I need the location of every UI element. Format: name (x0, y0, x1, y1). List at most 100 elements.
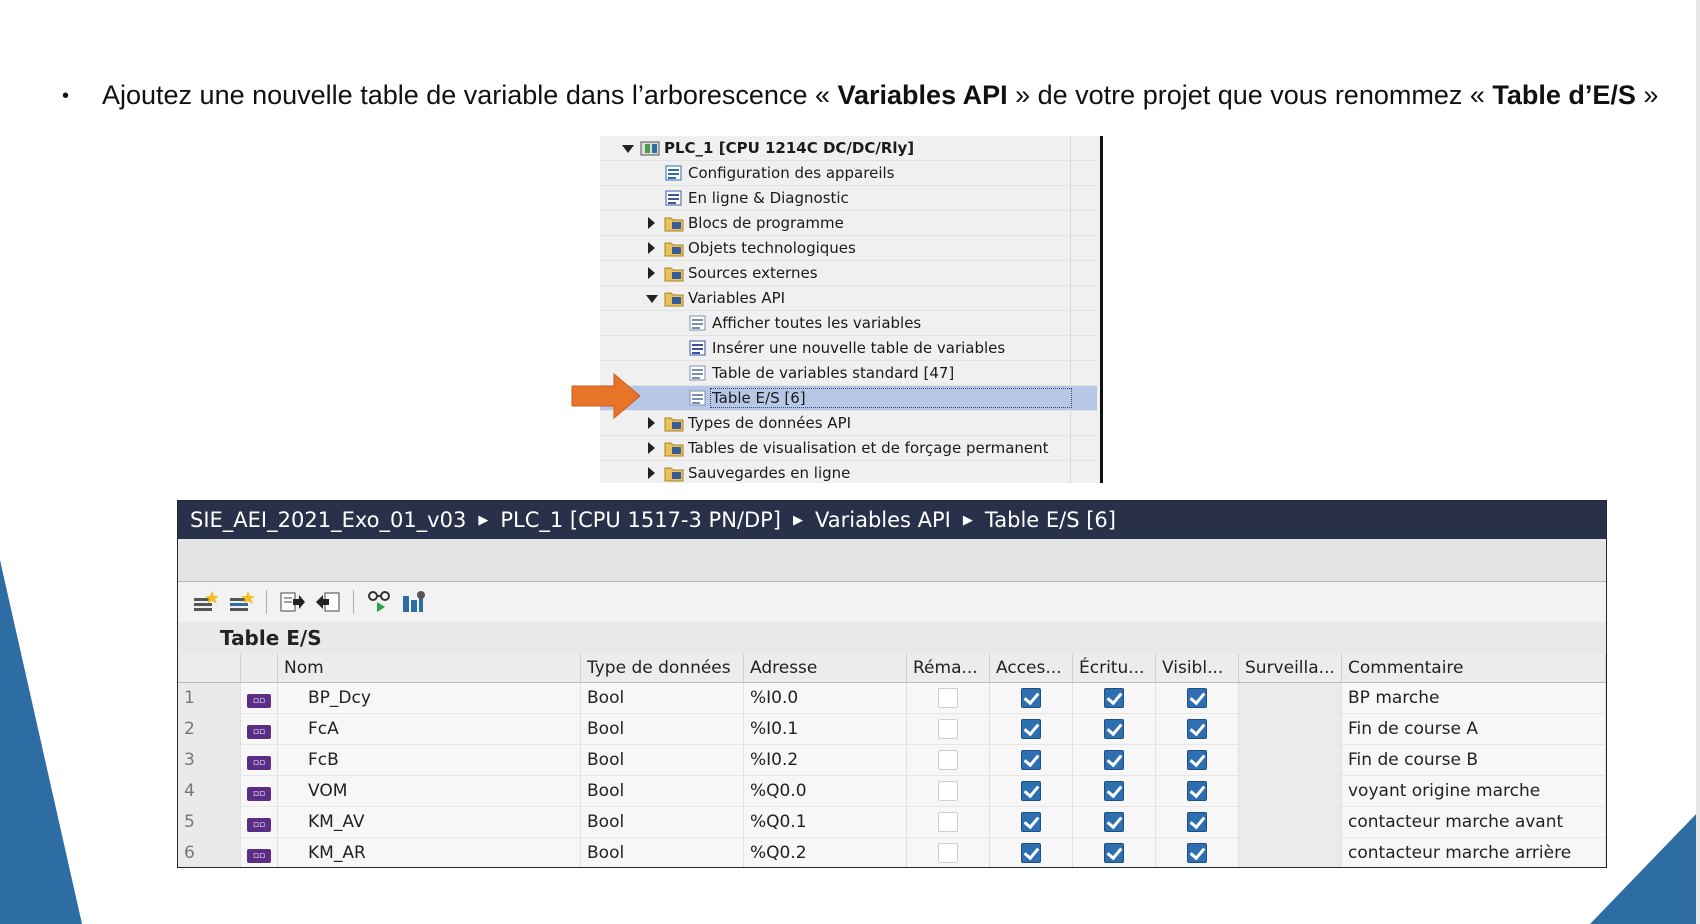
comment-cell[interactable]: contacteur marche arrière (1341, 837, 1606, 867)
tree-item-sauvegardes-en-ligne[interactable]: Sauvegardes en ligne (600, 461, 1097, 483)
data-type-cell[interactable]: Bool (580, 713, 744, 745)
table-row[interactable]: 6 ▫▫ KM_AR Bool %Q0.2 contacteur marche arriè… (178, 837, 1606, 867)
breadcrumb-plc-tags[interactable]: Variables API (815, 508, 951, 532)
access-checkbox[interactable] (1021, 688, 1041, 708)
address-cell[interactable]: %Q0.0 (743, 775, 907, 807)
expand-arrow-down-icon[interactable] (646, 295, 658, 303)
write-checkbox[interactable] (1104, 750, 1124, 770)
visible-checkbox[interactable] (1187, 750, 1207, 770)
tree-item-table-e-s-6[interactable]: Table E/S [6] (600, 386, 1097, 411)
settings-icon[interactable] (400, 588, 430, 616)
write-checkbox[interactable] (1104, 719, 1124, 739)
export-icon[interactable] (277, 588, 307, 616)
visible-cell[interactable] (1155, 682, 1239, 714)
col-access-header[interactable]: Acces... (989, 654, 1073, 683)
table-row[interactable]: 4 ▫▫ VOM Bool %Q0.0 voyant origine marche (178, 775, 1606, 807)
visible-cell[interactable] (1155, 837, 1239, 867)
table-row[interactable]: 5 ▫▫ KM_AV Bool %Q0.1 contacteur marche avant (178, 806, 1606, 838)
col-comment-header[interactable]: Commentaire (1341, 654, 1606, 683)
access-cell[interactable] (989, 713, 1073, 745)
visible-checkbox[interactable] (1187, 688, 1207, 708)
visible-checkbox[interactable] (1187, 781, 1207, 801)
tree-item-tables-de-visualisation-et-de-for-age-permanent[interactable]: Tables de visualisation et de forçage pe… (600, 436, 1097, 461)
breadcrumb-table[interactable]: Table E/S [6] (985, 508, 1116, 532)
retain-cell[interactable] (906, 682, 990, 714)
tag-name-cell[interactable]: FcB (277, 744, 581, 776)
data-type-cell[interactable]: Bool (580, 837, 744, 867)
insert-row-icon[interactable] (226, 588, 256, 616)
tree-item-types-de-donn-es-api[interactable]: Types de données API (600, 411, 1097, 436)
data-type-cell[interactable]: Bool (580, 682, 744, 714)
data-type-cell[interactable]: Bool (580, 744, 744, 776)
tree-item-plc-1-cpu-1214c-dc-dc-rly[interactable]: PLC_1 [CPU 1214C DC/DC/Rly] (600, 136, 1097, 161)
tree-item-table-de-variables-standard-47[interactable]: Table de variables standard [47] (600, 361, 1097, 386)
comment-cell[interactable]: voyant origine marche (1341, 775, 1606, 807)
table-row[interactable]: 3 ▫▫ FcB Bool %I0.2 Fin de course B (178, 744, 1606, 776)
expand-arrow-right-icon[interactable] (648, 467, 655, 479)
data-type-cell[interactable]: Bool (580, 806, 744, 838)
visible-cell[interactable] (1155, 713, 1239, 745)
write-checkbox[interactable] (1104, 688, 1124, 708)
visible-cell[interactable] (1155, 744, 1239, 776)
access-checkbox[interactable] (1021, 781, 1041, 801)
col-address-header[interactable]: Adresse (743, 654, 907, 683)
access-checkbox[interactable] (1021, 750, 1041, 770)
expand-arrow-right-icon[interactable] (648, 267, 655, 279)
retain-checkbox[interactable] (938, 812, 958, 832)
address-cell[interactable]: %I0.2 (743, 744, 907, 776)
comment-cell[interactable]: Fin de course A (1341, 713, 1606, 745)
access-cell[interactable] (989, 837, 1073, 867)
expand-arrow-down-icon[interactable] (622, 145, 634, 153)
retain-checkbox[interactable] (938, 750, 958, 770)
address-cell[interactable]: %I0.0 (743, 682, 907, 714)
tag-name-cell[interactable]: VOM (277, 775, 581, 807)
tree-item-sources-externes[interactable]: Sources externes (600, 261, 1097, 286)
breadcrumb-plc[interactable]: PLC_1 [CPU 1517-3 PN/DP] (500, 508, 781, 532)
supervision-cell[interactable] (1238, 713, 1342, 745)
retain-cell[interactable] (906, 837, 990, 867)
write-cell[interactable] (1072, 682, 1156, 714)
col-visible-header[interactable]: Visibl... (1155, 654, 1239, 683)
tree-item-variables-api[interactable]: Variables API (600, 286, 1097, 311)
col-name-header[interactable]: Nom (277, 654, 581, 683)
expand-arrow-right-icon[interactable] (648, 442, 655, 454)
retain-checkbox[interactable] (938, 781, 958, 801)
tree-item-blocs-de-programme[interactable]: Blocs de programme (600, 211, 1097, 236)
write-checkbox[interactable] (1104, 843, 1124, 863)
expand-arrow-right-icon[interactable] (648, 242, 655, 254)
retain-checkbox[interactable] (938, 719, 958, 739)
tree-item-objets-technologiques[interactable]: Objets technologiques (600, 236, 1097, 261)
tree-item-en-ligne-diagnostic[interactable]: En ligne & Diagnostic (600, 186, 1097, 211)
comment-cell[interactable]: contacteur marche avant (1341, 806, 1606, 838)
supervision-cell[interactable] (1238, 775, 1342, 807)
tree-item-ins-rer-une-nouvelle-table-de-variables[interactable]: Insérer une nouvelle table de variables (600, 336, 1097, 361)
access-checkbox[interactable] (1021, 812, 1041, 832)
visible-checkbox[interactable] (1187, 812, 1207, 832)
access-checkbox[interactable] (1021, 719, 1041, 739)
breadcrumb-project[interactable]: SIE_AEI_2021_Exo_01_v03 (190, 508, 466, 532)
retain-cell[interactable] (906, 806, 990, 838)
tag-name-cell[interactable]: BP_Dcy (277, 682, 581, 714)
retain-cell[interactable] (906, 713, 990, 745)
access-cell[interactable] (989, 682, 1073, 714)
tag-name-cell[interactable]: FcA (277, 713, 581, 745)
col-type-header[interactable]: Type de données (580, 654, 744, 683)
write-cell[interactable] (1072, 837, 1156, 867)
write-cell[interactable] (1072, 744, 1156, 776)
visible-checkbox[interactable] (1187, 843, 1207, 863)
tree-item-configuration-des-appareils[interactable]: Configuration des appareils (600, 161, 1097, 186)
visible-cell[interactable] (1155, 775, 1239, 807)
access-cell[interactable] (989, 806, 1073, 838)
table-row[interactable]: 2 ▫▫ FcA Bool %I0.1 Fin de course A (178, 713, 1606, 745)
col-write-header[interactable]: Écritu... (1072, 654, 1156, 683)
col-supervision-header[interactable]: Surveilla... (1238, 654, 1342, 683)
access-cell[interactable] (989, 744, 1073, 776)
write-cell[interactable] (1072, 806, 1156, 838)
address-cell[interactable]: %Q0.2 (743, 837, 907, 867)
address-cell[interactable]: %Q0.1 (743, 806, 907, 838)
write-checkbox[interactable] (1104, 812, 1124, 832)
access-cell[interactable] (989, 775, 1073, 807)
tag-name-cell[interactable]: KM_AV (277, 806, 581, 838)
supervision-cell[interactable] (1238, 806, 1342, 838)
retain-checkbox[interactable] (938, 843, 958, 863)
